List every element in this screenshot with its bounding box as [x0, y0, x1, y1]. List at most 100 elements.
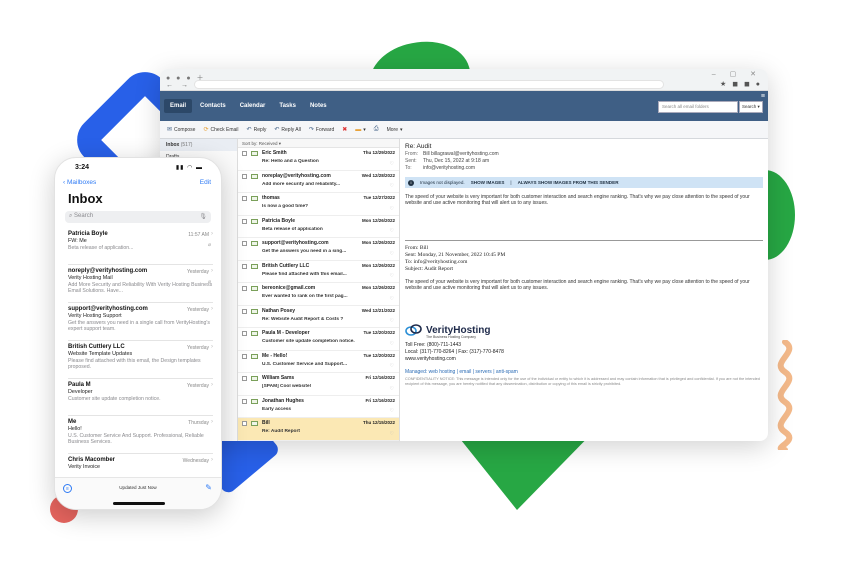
forward-button[interactable]: ↷ Forward — [306, 126, 337, 134]
message-subject: Re: Hello and a Question — [262, 159, 319, 164]
reply-all-button[interactable]: ↶ Reply All — [271, 126, 303, 134]
email-body-text: The speed of your website is very import… — [405, 194, 750, 206]
back-to-mailboxes[interactable]: ‹ Mailboxes — [63, 179, 96, 186]
address-bar[interactable] — [194, 80, 664, 89]
always-show-images-link[interactable]: ALWAYS SHOW IMAGES FROM THIS SENDER — [518, 180, 619, 185]
tab-calendar[interactable]: Calendar — [234, 99, 272, 113]
message-subject: Re: Audit Report — [262, 429, 300, 434]
toll-free-line: Toll Free: (800)-711-1443 — [405, 342, 462, 348]
message-row[interactable]: thomas Tue 12/27/2022 Is now a good time? ♡ — [238, 193, 399, 216]
compose-icon[interactable]: ✎ — [205, 483, 212, 492]
tab-contacts[interactable]: Contacts — [194, 99, 232, 113]
item-preview: Get the answers you need in a single cal… — [68, 319, 210, 332]
envelope-icon — [251, 241, 258, 246]
favorite-icon[interactable]: ♡ — [390, 206, 394, 212]
show-images-link[interactable]: SHOW IMAGES — [471, 180, 505, 185]
favorite-icon[interactable]: ♡ — [390, 431, 394, 437]
message-checkbox[interactable] — [242, 173, 247, 179]
reply-button[interactable]: ↶ Reply — [244, 126, 270, 134]
tab-email[interactable]: Email — [164, 99, 193, 113]
message-row[interactable]: bereonice@gmail.com Mon 12/26/2022 Ever wa… — [238, 283, 399, 306]
folder-name: Inbox — [166, 142, 180, 148]
message-row[interactable]: support@verityhosting.com Mon 12/26/2022 G… — [238, 238, 399, 261]
quote-divider — [405, 240, 763, 241]
message-row[interactable]: William Sams Fri 12/16/2022 [SPAM] Cool we… — [238, 373, 399, 396]
more-button[interactable]: More ▾ — [384, 127, 406, 133]
sort-control[interactable]: Sort by: Received ▾ — [238, 139, 399, 148]
message-date: Wed 12/28/2022 — [361, 172, 395, 178]
message-checkbox[interactable] — [242, 196, 247, 201]
window-controls[interactable]: – ▢ ✕ — [712, 70, 762, 78]
message-checkbox[interactable] — [242, 421, 247, 426]
check-email-button[interactable]: ⟳ Check Email — [200, 126, 241, 134]
tab-tasks[interactable]: Tasks — [273, 99, 302, 113]
item-preview: Customer site update completion notice. — [68, 395, 161, 402]
images-notice: Images not displayed. — [420, 180, 465, 185]
favorite-icon[interactable]: ♡ — [390, 318, 394, 324]
message-row[interactable]: Jonathan Hughes Fri 12/16/2022 Early acces… — [238, 396, 399, 418]
managed-services-links[interactable]: Managed: web hosting | email | servers |… — [405, 369, 763, 375]
message-checkbox[interactable] — [242, 398, 247, 404]
message-checkbox[interactable] — [242, 286, 247, 291]
menu-icon[interactable]: ≡ — [761, 93, 765, 100]
favorite-icon[interactable]: ♡ — [390, 363, 394, 369]
message-date: Tue 12/20/2022 — [363, 352, 395, 358]
search-button[interactable]: Search ▾ — [739, 101, 763, 113]
back-label: Mailboxes — [66, 179, 97, 186]
item-time: Yesterday — [186, 383, 209, 389]
message-row[interactable]: Paula M - Developer Tue 12/20/2022 Custome… — [238, 328, 399, 351]
message-checkbox[interactable] — [242, 218, 247, 224]
list-item[interactable]: Paula M Yesterday › Developer Customer site … — [68, 379, 213, 416]
list-item[interactable]: British Cuttlery LLC Yesterday › Website Te… — [68, 341, 213, 379]
chevron-right-icon: › — [211, 306, 213, 312]
move-button[interactable]: ▬ ▾ — [352, 127, 369, 133]
email-search-input[interactable]: Search all email folders — [658, 101, 738, 113]
favorite-icon[interactable]: ♡ — [390, 183, 394, 189]
website-link[interactable]: www.verityhosting.com — [405, 356, 763, 363]
compose-button[interactable]: ✉ Compose — [164, 126, 198, 134]
edit-button[interactable]: Edit — [200, 179, 211, 186]
message-row-selected[interactable]: Bill Thu 12/15/2022 Re: Audit Report ♡ — [238, 418, 399, 441]
favorite-icon[interactable]: ♡ — [390, 251, 394, 257]
message-row[interactable]: Patricia Boyle Mon 12/26/2022 Beta release… — [238, 216, 399, 238]
favorite-icon[interactable]: ♡ — [390, 228, 394, 234]
list-item[interactable]: support@verityhosting.com Yesterday › Verit… — [68, 303, 213, 341]
favorite-icon[interactable]: ♡ — [390, 408, 394, 414]
print-button[interactable]: ⎙ — [371, 126, 382, 133]
message-subject: Get the answers you need in a sing... — [262, 249, 347, 254]
message-row[interactable]: Eric Smith Thu 12/29/2022 Re: Hello and a … — [238, 148, 399, 171]
message-checkbox[interactable] — [242, 331, 247, 336]
message-row[interactable]: Me - Hello! Tue 12/20/2022 U.S. Customer S… — [238, 351, 399, 373]
search-input[interactable]: ⌕ Search 🎙 — [65, 211, 211, 223]
favorite-icon[interactable]: ♡ — [390, 273, 394, 279]
message-checkbox[interactable] — [242, 376, 247, 381]
message-checkbox[interactable] — [242, 151, 247, 156]
message-checkbox[interactable] — [242, 263, 247, 269]
updated-status: Updated Just Now — [119, 485, 157, 490]
favorite-icon[interactable]: ♡ — [390, 341, 394, 347]
item-time: 11:57 AM — [188, 232, 209, 238]
message-subject: Add more security and reliability... — [262, 181, 341, 187]
favorite-icon[interactable]: ♡ — [390, 296, 394, 302]
message-checkbox[interactable] — [242, 308, 247, 314]
message-from: thomas — [262, 195, 280, 201]
message-row[interactable]: British Cuttlery LLC Mon 12/26/2022 Please… — [238, 261, 399, 283]
favorite-icon[interactable]: ♡ — [390, 161, 394, 167]
list-item[interactable]: Me Thursday › Hello! U.S. Customer Service A… — [68, 416, 213, 454]
tab-notes[interactable]: Notes — [304, 99, 333, 113]
message-row[interactable]: noreplay@verityhosting.com Wed 12/28/2022… — [238, 171, 399, 193]
list-item[interactable]: noreply@verityhosting.com Yesterday › Verit… — [68, 265, 213, 303]
sent-value: Thu, Dec 15, 2022 at 9:18 am — [423, 158, 490, 164]
message-checkbox[interactable] — [242, 241, 247, 246]
message-row[interactable]: Nathan Posey Wed 12/21/2022 Re: Website Au… — [238, 306, 399, 328]
delete-button[interactable]: ✖ — [339, 126, 350, 133]
message-from: support@verityhosting.com — [262, 240, 329, 246]
extension-icons[interactable]: ★ ◼ ◼ ● — [720, 80, 762, 88]
microphone-icon[interactable]: 🎙 — [199, 213, 207, 220]
list-item[interactable]: Patricia Boyle 11:57 AM › FW: Me Beta releas… — [68, 228, 213, 265]
message-checkbox[interactable] — [242, 353, 247, 359]
from-value: Bill billagrawal@verityhosting.com — [423, 151, 499, 157]
item-time: Thursday — [188, 420, 209, 426]
favorite-icon[interactable]: ♡ — [390, 386, 394, 392]
folder-inbox[interactable]: Inbox (517) — [160, 139, 237, 151]
